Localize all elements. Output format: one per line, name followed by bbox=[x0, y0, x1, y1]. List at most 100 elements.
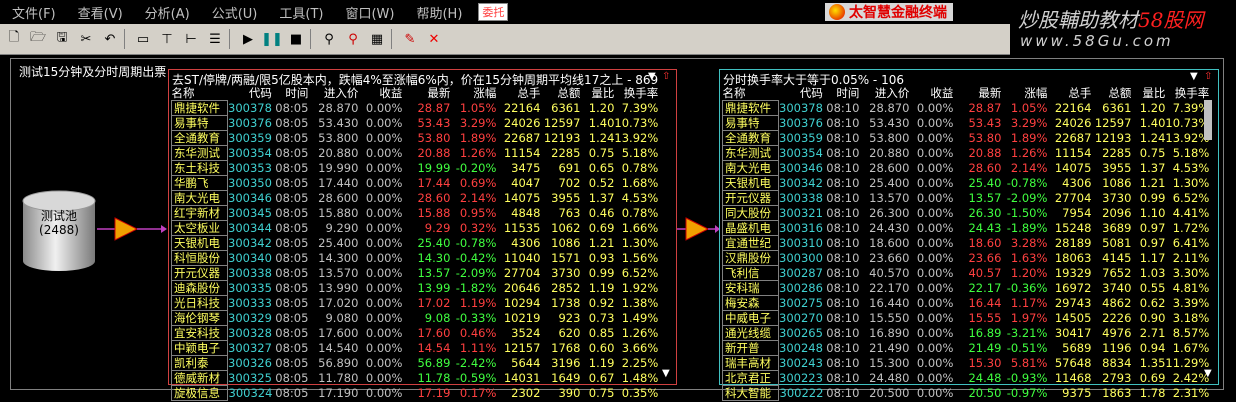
menu-tools[interactable]: 工具(T) bbox=[279, 3, 323, 22]
menu-file[interactable]: 文件(F) bbox=[12, 3, 56, 22]
table-row[interactable]: 东华测试 300354 08:05 20.880 0.00% 20.88 1.26% 1115… bbox=[171, 145, 658, 161]
save-icon[interactable]: 🖫 bbox=[52, 29, 72, 49]
column-header[interactable]: 最新 bbox=[402, 86, 450, 101]
table-row[interactable]: 中威电子 300270 08:10 15.550 0.00% 15.55 1.97% 1450… bbox=[722, 310, 1209, 326]
align-top-icon[interactable]: ⊤ bbox=[157, 29, 177, 49]
column-header[interactable]: 总手 bbox=[1047, 86, 1091, 101]
table-row[interactable]: 同大股份 300321 08:10 26.300 0.00% 26.30 -1.50% 795… bbox=[722, 205, 1209, 221]
table-row[interactable]: 全通教育 300359 08:05 53.800 0.00% 53.80 1.89% 2268… bbox=[171, 130, 658, 146]
menu-view[interactable]: 查看(V) bbox=[78, 3, 123, 22]
dropdown-icon[interactable]: ▼ bbox=[1190, 71, 1198, 82]
table-row[interactable]: 光日科技 300333 08:05 17.020 0.00% 17.02 1.19% 1029… bbox=[171, 295, 658, 311]
scrollbar[interactable] bbox=[1204, 100, 1212, 140]
table-row[interactable]: 华鹏飞 300350 08:05 17.440 0.00% 17.44 0.69% 4047 7… bbox=[171, 175, 658, 191]
table-row[interactable]: 凯利泰 300326 08:05 56.890 0.00% 56.89 -2.42% 5644… bbox=[171, 355, 658, 371]
sort-up-icon[interactable]: ⇧ bbox=[662, 71, 670, 82]
table-row[interactable]: 全通教育 300359 08:10 53.800 0.00% 53.80 1.89% 2268… bbox=[722, 130, 1209, 146]
menu-help[interactable]: 帮助(H) bbox=[416, 3, 462, 22]
table-cell: 08:05 bbox=[275, 206, 309, 220]
grid-icon[interactable]: ▦ bbox=[367, 29, 387, 49]
column-header[interactable]: 量比 bbox=[580, 86, 614, 101]
table-row[interactable]: 红宇新材 300345 08:05 15.880 0.00% 15.88 0.95% 4848… bbox=[171, 205, 658, 221]
column-header[interactable]: 涨幅 bbox=[450, 86, 496, 101]
column-header[interactable]: 换手率 bbox=[1165, 86, 1210, 101]
play-icon[interactable]: ▶ bbox=[238, 29, 258, 49]
column-header[interactable]: 进入价 bbox=[308, 86, 359, 101]
table-row[interactable]: 通光线缆 300265 08:10 16.890 0.00% 16.89 -3.21% 304… bbox=[722, 325, 1209, 341]
table-row[interactable]: 飞利信 300287 08:10 40.570 0.00% 40.57 1.20% 19329… bbox=[722, 265, 1209, 281]
right-result-panel[interactable]: 分时换手率大于等于0.05% - 106 ▼ ⇧ 名称 代码 时间 进入价 收益 最新 涨幅… bbox=[719, 69, 1219, 401]
table-row[interactable]: 北京君正 300223 08:10 24.480 0.00% 24.48 -0.93% 114… bbox=[722, 370, 1209, 386]
column-header[interactable]: 代码 bbox=[228, 86, 273, 101]
table-row[interactable]: 宜安科技 300328 08:05 17.600 0.00% 17.60 0.46% 3524… bbox=[171, 325, 658, 341]
pause-icon[interactable]: ❚❚ bbox=[261, 29, 283, 49]
table-row[interactable]: 梅安森 300275 08:10 16.440 0.00% 16.44 1.17% 29743… bbox=[722, 295, 1209, 311]
undo-icon[interactable]: ↶ bbox=[100, 29, 120, 49]
new-icon[interactable]: 🗋 bbox=[4, 29, 24, 49]
find-icon[interactable]: ⚲ bbox=[343, 29, 363, 49]
table-row[interactable]: 科大智能 300222 08:10 20.500 0.00% 20.50 -0.97% 937… bbox=[722, 385, 1209, 401]
table-row[interactable]: 新开普 300248 08:10 21.490 0.00% 21.49 -0.51% 5689… bbox=[722, 340, 1209, 356]
column-header[interactable]: 最新 bbox=[953, 86, 1001, 101]
table-cell: 0.35% bbox=[621, 386, 659, 400]
column-header[interactable]: 名称 bbox=[172, 86, 228, 101]
dropdown-icon[interactable]: ▼ bbox=[648, 71, 656, 82]
column-header[interactable]: 收益 bbox=[358, 86, 402, 101]
table-row[interactable]: 开元仪器 300338 08:05 13.570 0.00% 13.57 -2.09% 277… bbox=[171, 265, 658, 281]
table-row[interactable]: 瑞丰高材 300243 08:10 15.300 0.00% 15.30 5.81% 5764… bbox=[722, 355, 1209, 371]
table-row[interactable]: 南大光电 300346 08:10 28.600 0.00% 28.60 2.14% 1407… bbox=[722, 160, 1209, 176]
column-header[interactable]: 总额 bbox=[1091, 86, 1131, 101]
stop-icon[interactable]: ■ bbox=[286, 29, 306, 49]
column-header[interactable]: 时间 bbox=[272, 86, 308, 101]
table-row[interactable]: 易事特 300376 08:05 53.430 0.00% 53.43 3.29% 24026… bbox=[171, 115, 658, 131]
close-icon[interactable]: ✕ bbox=[424, 29, 444, 49]
align-left-icon[interactable]: ⊢ bbox=[181, 29, 201, 49]
table-row[interactable]: 开元仪器 300338 08:10 13.570 0.00% 13.57 -2.09% 277… bbox=[722, 190, 1209, 206]
column-header[interactable]: 总额 bbox=[540, 86, 580, 101]
scroll-down-icon[interactable]: ▼ bbox=[662, 368, 670, 379]
table-row[interactable]: 汉鼎股份 300300 08:10 23.660 0.00% 23.66 1.63% 1806… bbox=[722, 250, 1209, 266]
table-row[interactable]: 晶盛机电 300316 08:10 24.430 0.00% 24.43 -1.89% 152… bbox=[722, 220, 1209, 236]
sort-up-icon[interactable]: ⇧ bbox=[1204, 71, 1212, 82]
menu-analysis[interactable]: 分析(A) bbox=[145, 3, 190, 22]
trade-tab[interactable]: 委托 bbox=[478, 3, 509, 21]
column-header[interactable]: 名称 bbox=[723, 86, 779, 101]
table-row[interactable]: 东土科技 300353 08:05 19.990 0.00% 19.99 -0.20% 347… bbox=[171, 160, 658, 176]
edit-icon[interactable]: ✎ bbox=[400, 29, 420, 49]
table-row[interactable]: 南大光电 300346 08:05 28.600 0.00% 28.60 2.14% 1407… bbox=[171, 190, 658, 206]
table-row[interactable]: 太空板业 300344 08:05 9.290 0.00% 9.29 0.32% 11535 1… bbox=[171, 220, 658, 236]
table-row[interactable]: 德威新材 300325 08:05 11.780 0.00% 11.78 -0.59% 140… bbox=[171, 370, 658, 386]
column-header[interactable]: 时间 bbox=[823, 86, 859, 101]
column-header[interactable]: 量比 bbox=[1131, 86, 1165, 101]
column-header[interactable]: 收益 bbox=[909, 86, 953, 101]
table-row[interactable]: 迪森股份 300335 08:05 13.990 0.00% 13.99 -1.82% 206… bbox=[171, 280, 658, 296]
table-row[interactable]: 海伦钢琴 300329 08:05 9.080 0.00% 9.08 -0.33% 10219… bbox=[171, 310, 658, 326]
search-icon[interactable]: ⚲ bbox=[319, 29, 339, 49]
column-header[interactable]: 换手率 bbox=[614, 86, 659, 101]
scroll-down-icon[interactable]: ▼ bbox=[1204, 368, 1212, 379]
table-row[interactable]: 天银机电 300342 08:05 25.400 0.00% 25.40 -0.78% 430… bbox=[171, 235, 658, 251]
table-row[interactable]: 宜通世纪 300310 08:10 18.600 0.00% 18.60 3.28% 2818… bbox=[722, 235, 1209, 251]
table-row[interactable]: 东华测试 300354 08:10 20.880 0.00% 20.88 1.26% 1115… bbox=[722, 145, 1209, 161]
menu-formula[interactable]: 公式(U) bbox=[212, 3, 258, 22]
table-row[interactable]: 易事特 300376 08:10 53.430 0.00% 53.43 3.29% 24026… bbox=[722, 115, 1209, 131]
layout-icon[interactable]: ☰ bbox=[205, 29, 225, 49]
column-header[interactable]: 总手 bbox=[496, 86, 540, 101]
table-cell: 2285 bbox=[551, 146, 581, 160]
table-row[interactable]: 旋极信息 300324 08:05 17.190 0.00% 17.19 0.17% 2302… bbox=[171, 385, 659, 401]
cut-icon[interactable]: ✂ bbox=[76, 29, 96, 49]
table-row[interactable]: 鼎捷软件 300378 08:05 28.870 0.00% 28.87 1.05% 2216… bbox=[171, 100, 658, 116]
table-row[interactable]: 科恒股份 300340 08:05 14.300 0.00% 14.30 -0.42% 110… bbox=[171, 250, 658, 266]
table-cell: 11.78 bbox=[417, 371, 451, 385]
column-header[interactable]: 进入价 bbox=[859, 86, 910, 101]
open-icon[interactable]: 🗁 bbox=[28, 29, 48, 49]
table-row[interactable]: 天银机电 300342 08:10 25.400 0.00% 25.40 -0.78% 430… bbox=[722, 175, 1209, 191]
left-result-panel[interactable]: 去ST/停牌/两融/限5亿股本内，跌幅4%至涨幅6%内，价在15分钟周期平均线1… bbox=[168, 69, 677, 401]
table-row[interactable]: 中颖电子 300327 08:05 14.540 0.00% 14.54 1.11% 1215… bbox=[171, 340, 658, 356]
table-row[interactable]: 安科瑞 300286 08:10 22.170 0.00% 22.17 -0.36% 1697… bbox=[722, 280, 1209, 296]
menu-window[interactable]: 窗口(W) bbox=[345, 3, 394, 22]
column-header[interactable]: 涨幅 bbox=[1001, 86, 1047, 101]
column-header[interactable]: 代码 bbox=[779, 86, 824, 101]
table-row[interactable]: 鼎捷软件 300378 08:10 28.870 0.00% 28.87 1.05% 2216… bbox=[722, 100, 1209, 116]
rect-icon[interactable]: ▭ bbox=[133, 29, 153, 49]
